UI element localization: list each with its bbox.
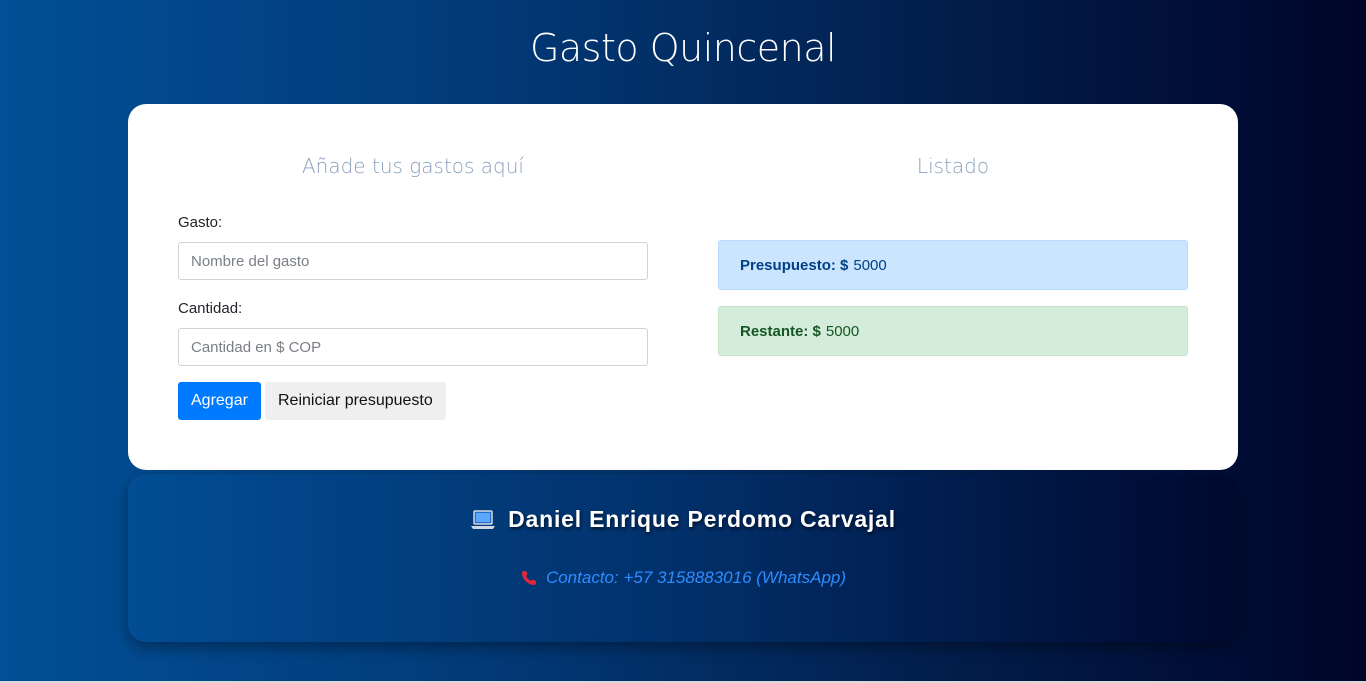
- author-line: Daniel Enrique Perdomo Carvajal: [128, 506, 1238, 533]
- page-title: Gasto Quincenal: [529, 26, 837, 70]
- amount-label: Cantidad:: [178, 300, 243, 317]
- listing-heading: Listado: [916, 154, 990, 178]
- remaining-label: Restante: $: [740, 322, 821, 340]
- reset-budget-button[interactable]: Reiniciar presupuesto: [265, 382, 446, 420]
- budget-alert: Presupuesto: $ 5000: [718, 240, 1188, 290]
- contact-line: Contacto: +57 3158883016 (WhatsApp): [128, 568, 1238, 588]
- remaining-alert: Restante: $ 5000: [718, 306, 1188, 356]
- budget-value: 5000: [853, 256, 887, 274]
- remaining-value: 5000: [825, 322, 860, 340]
- budget-label: Presupuesto: $: [740, 256, 849, 274]
- footer-card: Daniel Enrique Perdomo Carvajal Contacto…: [128, 474, 1238, 642]
- main-card: Añade tus gastos aquí Gasto: Cantidad: A…: [128, 104, 1238, 470]
- laptop-icon: [470, 509, 496, 531]
- phone-icon: [520, 569, 538, 587]
- form-heading: Añade tus gastos aquí: [302, 154, 524, 178]
- add-button[interactable]: Agregar: [178, 382, 261, 420]
- contact-link[interactable]: Contacto: +57 3158883016 (WhatsApp): [546, 568, 846, 588]
- expense-label: Gasto:: [178, 214, 223, 231]
- author-name: Daniel Enrique Perdomo Carvajal: [508, 506, 896, 532]
- expense-name-input[interactable]: [178, 242, 648, 280]
- amount-input[interactable]: [178, 328, 648, 366]
